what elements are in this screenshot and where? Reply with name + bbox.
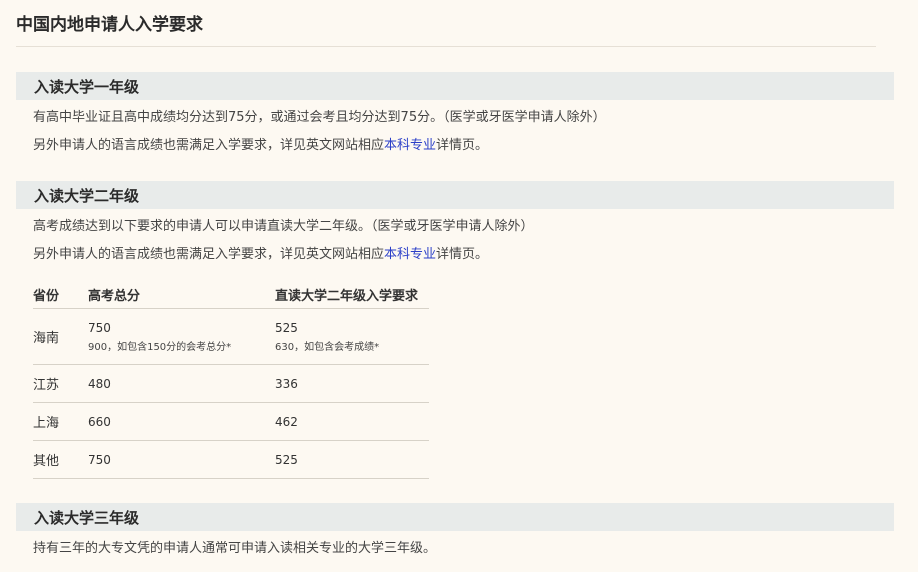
gaokao-requirements-table: 省份 高考总分 直读大学二年级入学要求 海南 750 900，如包含150分的会…: [33, 280, 429, 479]
section-header-year3: 入读大学三年级: [16, 503, 894, 531]
cell-total-score: 480: [88, 364, 275, 403]
section-header-year1: 入读大学一年级: [16, 72, 894, 100]
requirement-text: 高考成绩达到以下要求的申请人可以申请直读大学二年级。（医学或牙医学申请人除外）: [33, 219, 534, 234]
column-header-province: 省份: [33, 280, 88, 309]
cell-requirement: 336: [275, 364, 429, 403]
cell-province: 上海: [33, 402, 88, 441]
cell-province: 海南: [33, 308, 88, 365]
cell-total-score: 750 900，如包含150分的会考总分*: [88, 308, 275, 365]
cell-requirement: 525: [275, 440, 429, 479]
cell-province: 江苏: [33, 364, 88, 403]
language-requirement-text: 另外申请人的语言成绩也需满足入学要求，详见英文网站相应本科专业详情页。: [33, 247, 489, 262]
table-row: 江苏 480 336: [33, 364, 429, 403]
cell-total-score: 750: [88, 440, 275, 479]
requirement-text: 持有三年的大专文凭的申请人通常可申请入读相关专业的大学三年级。: [33, 541, 437, 556]
section-heading: 入读大学一年级: [34, 78, 140, 96]
table-header-row: 省份 高考总分 直读大学二年级入学要求: [33, 280, 429, 309]
page-title: 中国内地申请人入学要求: [16, 15, 203, 35]
cell-province: 其他: [33, 440, 88, 479]
section-heading: 入读大学三年级: [34, 509, 140, 527]
cell-requirement: 462: [275, 402, 429, 441]
table-row: 其他 750 525: [33, 440, 429, 479]
section-header-year2: 入读大学二年级: [16, 181, 894, 209]
table-row: 上海 660 462: [33, 402, 429, 441]
language-requirement-text: 另外申请人的语言成绩也需满足入学要求，详见英文网站相应本科专业详情页。: [33, 138, 489, 153]
section-heading: 入读大学二年级: [34, 187, 140, 205]
undergraduate-programs-link[interactable]: 本科专业: [384, 138, 436, 153]
cell-requirement: 525 630，如包含会考成绩*: [275, 308, 429, 365]
table-row: 海南 750 900，如包含150分的会考总分* 525 630，如包含会考成绩…: [33, 308, 429, 365]
requirement-text: 有高中毕业证且高中成绩均分达到75分，或通过会考且均分达到75分。（医学或牙医学…: [33, 110, 606, 125]
undergraduate-programs-link[interactable]: 本科专业: [384, 247, 436, 262]
column-header-requirement: 直读大学二年级入学要求: [275, 280, 429, 309]
column-header-total-score: 高考总分: [88, 280, 275, 309]
title-divider: [16, 46, 876, 47]
cell-total-score: 660: [88, 402, 275, 441]
